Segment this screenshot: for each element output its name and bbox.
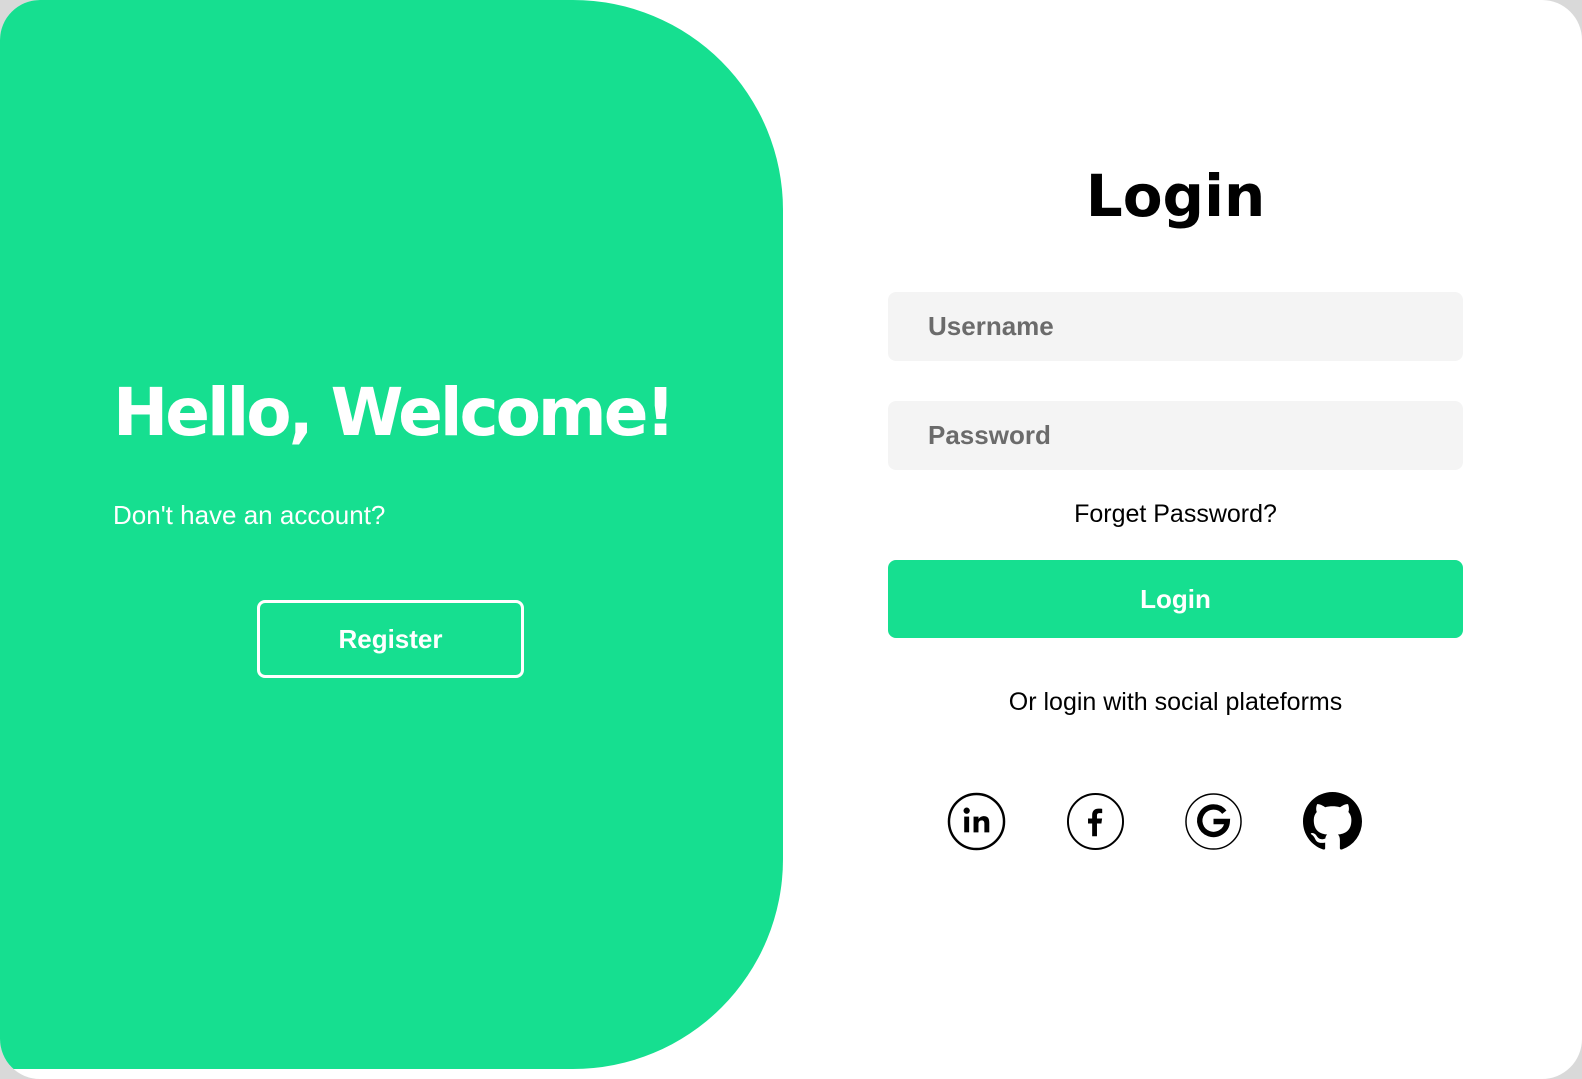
linkedin-icon[interactable] xyxy=(947,792,1006,851)
login-button[interactable]: Login xyxy=(888,560,1463,638)
github-icon[interactable] xyxy=(1303,792,1362,851)
login-form: Login Forget Password? Login Or login wi… xyxy=(888,0,1463,1069)
welcome-panel: Hello, Welcome! Don't have an account? R… xyxy=(0,0,783,1069)
login-page: Hello, Welcome! Don't have an account? R… xyxy=(0,0,1582,1079)
login-title: Login xyxy=(1085,162,1266,230)
password-input[interactable] xyxy=(888,401,1463,470)
welcome-title: Hello, Welcome! xyxy=(113,374,676,451)
social-login-text: Or login with social plateforms xyxy=(1008,688,1343,716)
forget-password-link[interactable]: Forget Password? xyxy=(888,500,1463,529)
register-button[interactable]: Register xyxy=(257,600,524,678)
facebook-icon[interactable] xyxy=(1066,792,1125,851)
username-input[interactable] xyxy=(888,292,1463,361)
google-icon[interactable] xyxy=(1184,792,1243,851)
no-account-text: Don't have an account? xyxy=(113,500,386,530)
